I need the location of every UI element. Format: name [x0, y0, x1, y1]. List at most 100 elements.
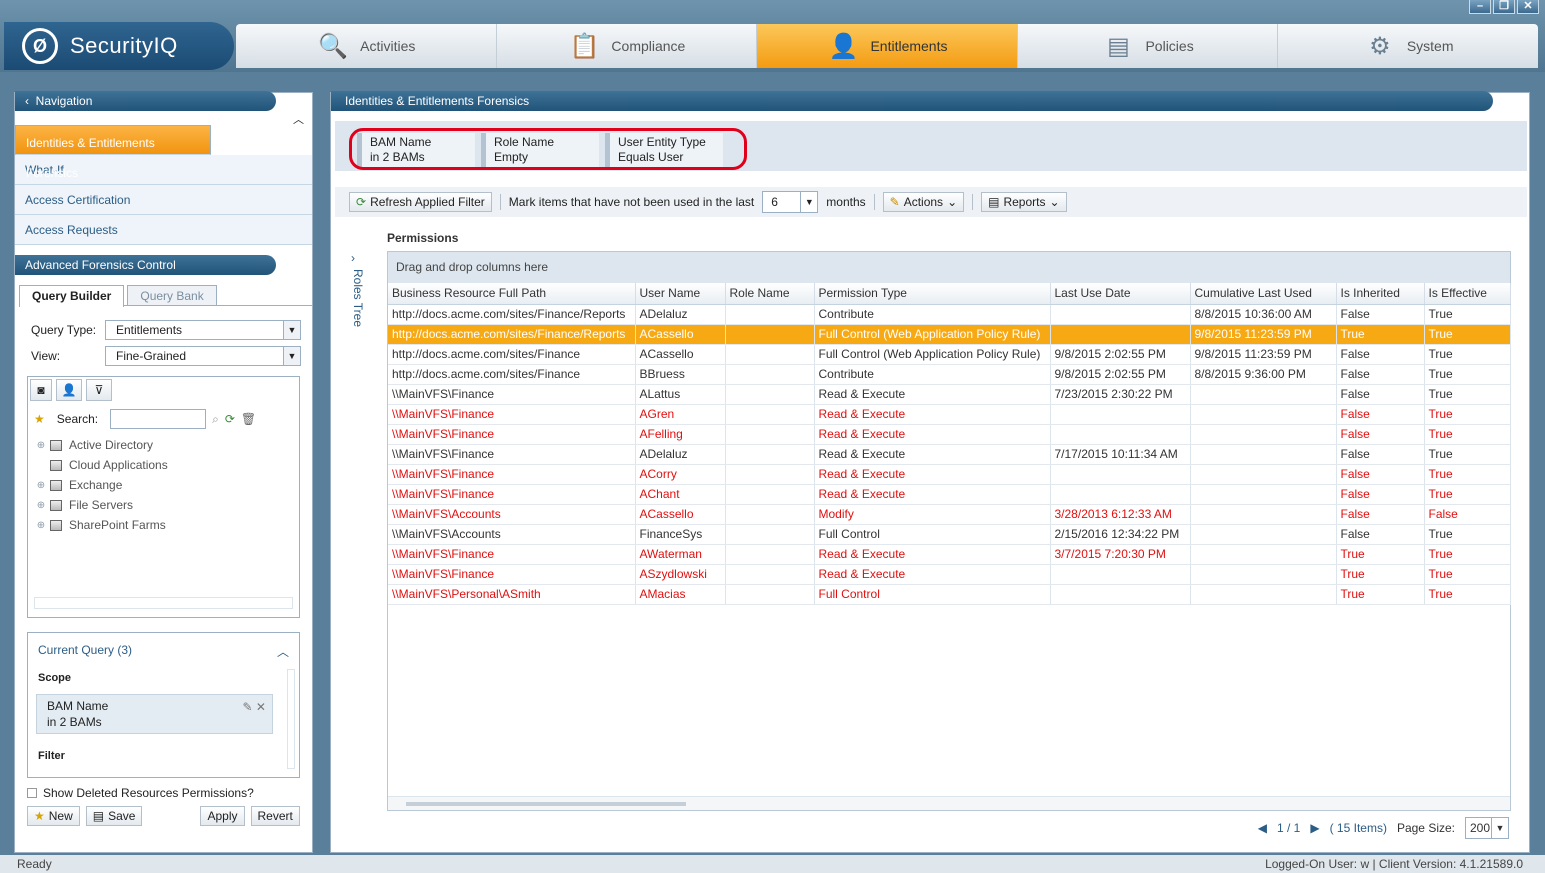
actions-button[interactable]: ✎ Actions ⌄ — [882, 192, 965, 212]
user-filter-icon[interactable]: 👤 — [56, 379, 82, 401]
table-cell: ACassello — [635, 504, 726, 525]
pager: ◀ 1 / 1 ▶ ( 15 Items) Page Size: 200 ▼ — [1258, 817, 1509, 839]
table-row[interactable]: \\MainVFS\Finance ADelaluz Read & Execute 7… — [388, 444, 1511, 465]
expand-icon[interactable]: ⊕ — [32, 520, 50, 531]
column-header[interactable]: Business Resource Full Path — [388, 283, 636, 305]
table-row[interactable]: \\MainVFS\Finance ACorry Read & Execute Fal… — [388, 464, 1511, 485]
column-header[interactable]: Role Name — [725, 283, 815, 305]
scroll-thumb[interactable] — [406, 802, 686, 806]
column-header[interactable]: Is Inherited — [1336, 283, 1425, 305]
table-cell: True — [1336, 584, 1425, 605]
prev-page-icon[interactable]: ◀ — [1258, 821, 1267, 835]
new-button[interactable]: ★ New — [27, 806, 80, 826]
refresh-icon[interactable]: ⟳ — [225, 412, 235, 426]
table-row[interactable]: \\MainVFS\Finance AFelling Read & Execute F… — [388, 424, 1511, 445]
table-cell — [1190, 464, 1337, 485]
revert-button[interactable]: Revert — [250, 806, 300, 826]
roles-tree-toggle[interactable]: › Roles Tree — [351, 251, 367, 327]
nav-item-forensics[interactable]: Identities & Entitlements Forensics — [15, 125, 211, 180]
expand-icon[interactable]: ⊕ — [32, 500, 50, 511]
table-row[interactable]: \\MainVFS\Accounts ACassello Modify 3/28/20… — [388, 504, 1511, 525]
table-cell: \\MainVFS\Finance — [388, 424, 636, 445]
refresh-filter-button[interactable]: ⟳ Refresh Applied Filter — [349, 192, 492, 212]
tree-item[interactable]: Cloud Applications — [32, 455, 299, 475]
table-cell: AWaterman — [635, 544, 726, 565]
tab-system[interactable]: ⚙ System — [1278, 24, 1538, 68]
chevron-down-icon: ▼ — [1491, 818, 1508, 838]
group-drop-zone[interactable]: Drag and drop columns here — [388, 252, 1510, 283]
table-cell — [725, 364, 815, 385]
column-header[interactable]: Is Effective — [1424, 283, 1511, 305]
permissions-grid: Drag and drop columns here Business Reso… — [387, 251, 1511, 811]
tab-query-bank[interactable]: Query Bank — [127, 285, 217, 305]
table-cell: Read & Execute — [814, 424, 1051, 445]
column-header[interactable]: Last Use Date — [1050, 283, 1191, 305]
query-type-select[interactable]: Entitlements ▼ — [105, 320, 301, 340]
search-row: ★ Search: ⌕ ⟳ 🗑 — [28, 403, 299, 435]
table-cell: Read & Execute — [814, 444, 1051, 465]
table-row[interactable]: http://docs.acme.com/sites/Finance ACasse… — [388, 344, 1511, 365]
table-cell: True — [1424, 424, 1511, 445]
query-scrollbar[interactable] — [287, 669, 295, 769]
tree-item[interactable]: ⊕ Active Directory — [32, 435, 299, 455]
table-row[interactable]: http://docs.acme.com/sites/Finance/Repor… — [388, 304, 1511, 325]
column-header[interactable]: User Name — [635, 283, 726, 305]
save-button[interactable]: ▤ Save — [85, 806, 143, 826]
show-deleted-checkbox[interactable] — [27, 788, 37, 798]
show-deleted-label: Show Deleted Resources Permissions? — [43, 786, 254, 800]
nav-item-access-requests[interactable]: Access Requests — [15, 215, 312, 245]
camera-icon[interactable]: ◙ — [30, 379, 52, 401]
table-row[interactable]: \\MainVFS\Accounts FinanceSys Full Control… — [388, 524, 1511, 545]
chevron-down-icon: ▼ — [800, 192, 817, 212]
tab-policies[interactable]: ▤ Policies — [1018, 24, 1279, 68]
expand-icon[interactable]: ⊕ — [32, 480, 50, 491]
expand-icon[interactable]: ⊕ — [32, 440, 50, 451]
page-size-select[interactable]: 200 ▼ — [1465, 817, 1509, 839]
tree-scrollbar[interactable] — [34, 597, 293, 609]
close-button[interactable]: ✕ — [1517, 0, 1539, 14]
tab-activities[interactable]: 🔍 Activities — [236, 24, 497, 68]
horizontal-scrollbar[interactable] — [388, 796, 1510, 810]
table-row[interactable]: \\MainVFS\Finance ALattus Read & Execute 7/… — [388, 384, 1511, 405]
left-panel: ‹ Navigation ︿ Identities & Entitlements… — [14, 91, 313, 853]
tree-item[interactable]: ⊕ File Servers — [32, 495, 299, 515]
column-header[interactable]: Cumulative Last Used — [1190, 283, 1337, 305]
months-select[interactable]: 6 ▼ — [762, 191, 819, 213]
edit-remove-icons[interactable]: ✎ ✕ — [243, 699, 266, 715]
reports-button[interactable]: ▤ Reports ⌄ — [981, 192, 1067, 212]
tab-query-builder[interactable]: Query Builder — [19, 285, 125, 307]
table-cell — [1190, 504, 1337, 525]
tab-compliance[interactable]: 📋 Compliance — [497, 24, 758, 68]
next-page-icon[interactable]: ▶ — [1310, 821, 1319, 835]
table-cell: 9/8/2015 2:02:55 PM — [1050, 364, 1191, 385]
table-row[interactable]: \\MainVFS\Finance AWaterman Read & Execute… — [388, 544, 1511, 565]
funnel-icon[interactable]: ⊽ — [86, 379, 112, 401]
tab-entitlements[interactable]: 👤 Entitlements — [757, 24, 1018, 68]
table-row[interactable]: \\MainVFS\Finance AGren Read & Execute Fals… — [388, 404, 1511, 425]
tree-item[interactable]: ⊕ Exchange — [32, 475, 299, 495]
minimize-button[interactable]: – — [1469, 0, 1491, 14]
tree-item[interactable]: ⊕ SharePoint Farms — [32, 515, 299, 535]
table-row[interactable]: http://docs.acme.com/sites/Finance BBrues… — [388, 364, 1511, 385]
clear-icon[interactable]: 🗑 — [241, 412, 256, 426]
table-cell — [1050, 564, 1191, 585]
column-header[interactable]: Permission Type — [814, 283, 1051, 305]
current-query-header[interactable]: Current Query (3) ︿ — [28, 633, 299, 670]
search-icon[interactable]: ⌕ — [212, 412, 219, 427]
permissions-title: Permissions — [387, 231, 459, 245]
table-row[interactable]: \\MainVFS\Personal\ASmith AMacias Full Con… — [388, 584, 1511, 605]
navigation-header[interactable]: ‹ Navigation — [15, 91, 276, 111]
nav-item-access-certification[interactable]: Access Certification — [15, 185, 312, 215]
view-select[interactable]: Fine-Grained ▼ — [105, 346, 301, 366]
scope-chip[interactable]: BAM Name in 2 BAMs ✎ ✕ — [36, 694, 273, 734]
chevron-down-icon: ▼ — [283, 347, 300, 365]
table-row[interactable]: \\MainVFS\Finance AChant Read & Execute Fal… — [388, 484, 1511, 505]
table-row[interactable]: \\MainVFS\Finance ASzydlowski Read & Execu… — [388, 564, 1511, 585]
search-input[interactable] — [110, 409, 207, 429]
collapse-up-icon[interactable]: ︿ — [15, 111, 312, 126]
apply-button[interactable]: Apply — [200, 806, 245, 826]
restore-button[interactable]: ❐ — [1493, 0, 1515, 14]
months-label: months — [826, 195, 866, 209]
table-row[interactable]: http://docs.acme.com/sites/Finance/Repor… — [388, 324, 1511, 345]
table-cell — [1190, 564, 1337, 585]
